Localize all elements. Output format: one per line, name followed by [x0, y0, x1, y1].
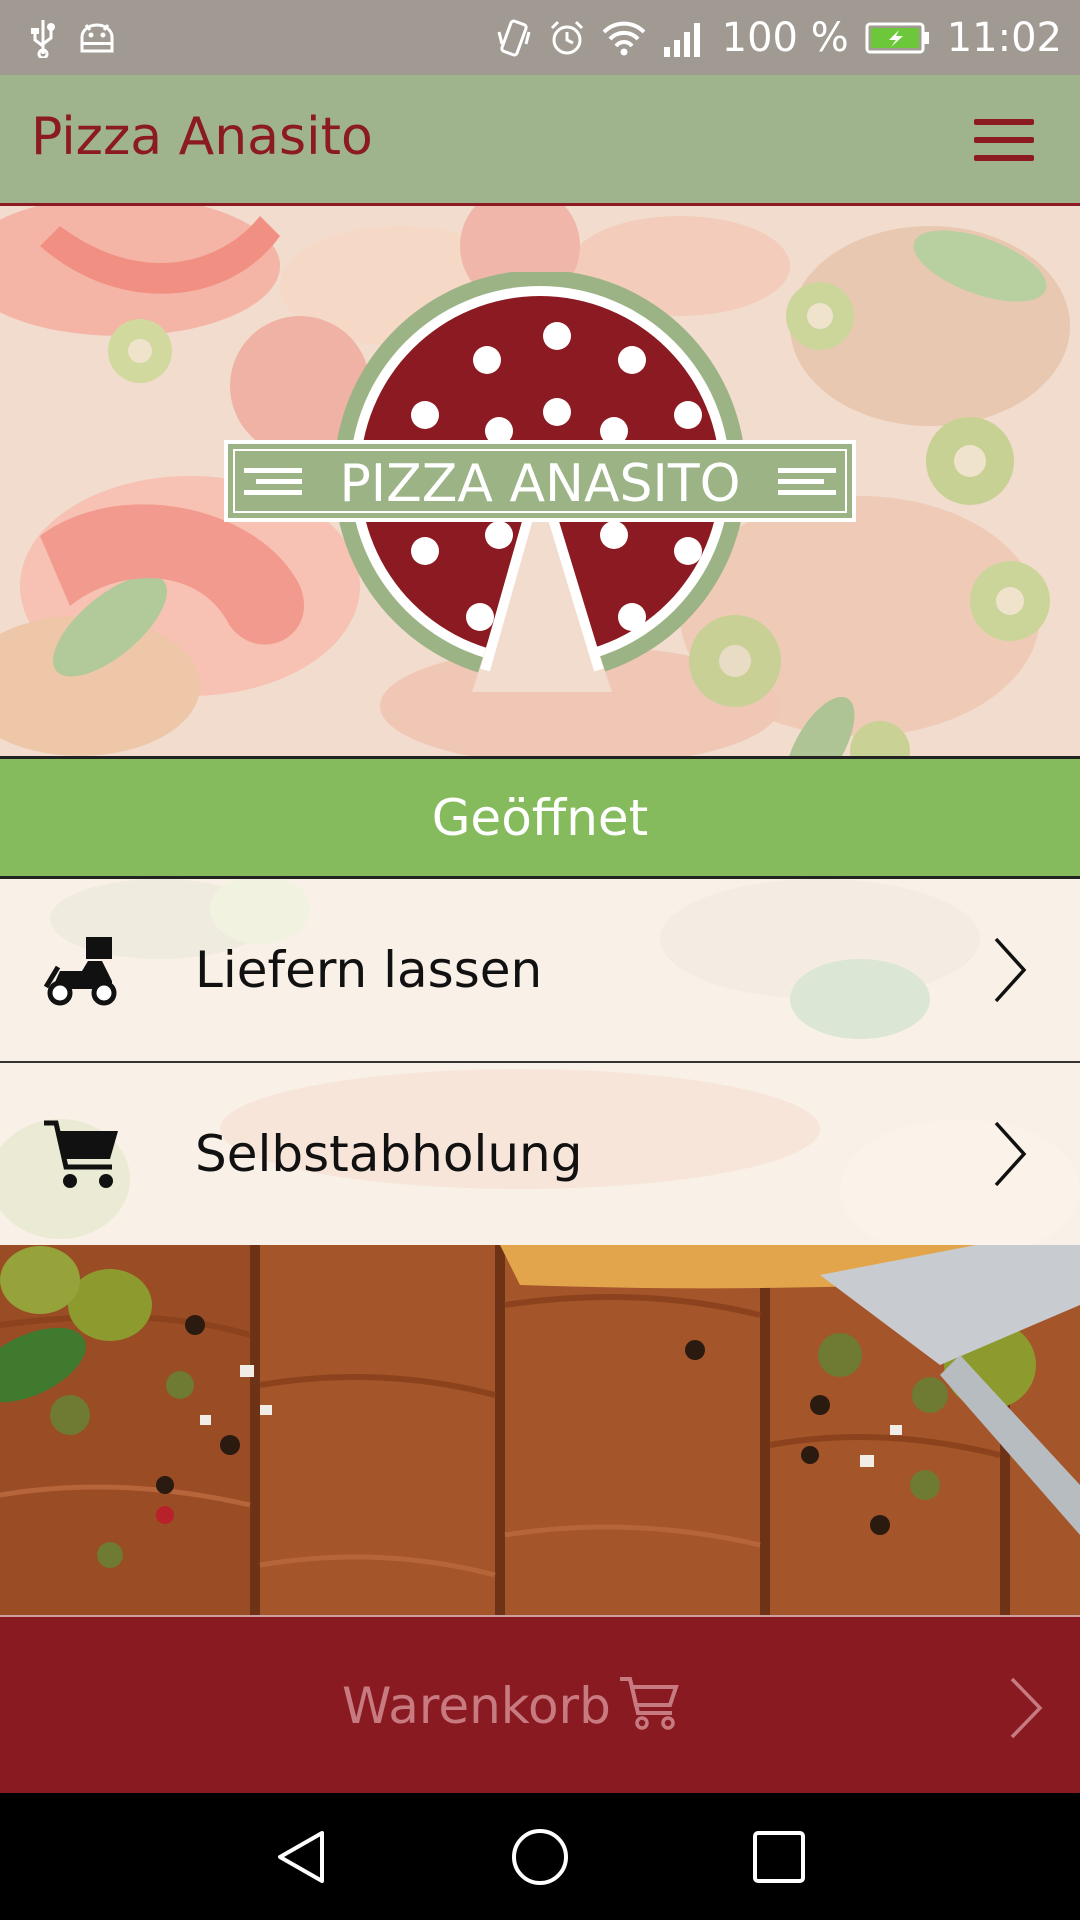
chevron-right-icon	[1008, 1675, 1044, 1741]
logo-text: PIZZA ANASITO	[339, 454, 740, 514]
open-status-banner: Geöffnet	[0, 756, 1080, 879]
battery-percent: 100 %	[721, 14, 849, 61]
status-bar: 100 % 11:02	[0, 0, 1080, 75]
android-debug-icon	[78, 21, 116, 55]
back-icon[interactable]	[272, 1827, 332, 1887]
usb-icon	[30, 18, 56, 58]
chevron-right-icon	[992, 935, 1028, 1005]
system-navigation-bar	[0, 1793, 1080, 1920]
recents-icon[interactable]	[749, 1827, 809, 1887]
cart-icon	[618, 1673, 680, 1733]
delivery-scooter-icon	[42, 931, 122, 1011]
table-background-image	[0, 1245, 1080, 1615]
app-title: Pizza Anasito	[31, 107, 373, 167]
menu-icon[interactable]	[974, 119, 1034, 161]
battery-charging-icon	[865, 21, 931, 55]
shopping-cart-icon	[42, 1115, 122, 1195]
delivery-option[interactable]: Liefern lassen	[0, 879, 1080, 1061]
pickup-option-label: Selbstabholung	[195, 1125, 583, 1183]
home-icon[interactable]	[510, 1827, 570, 1887]
pizza-anasito-logo: PIZZA ANASITO	[224, 272, 856, 692]
chevron-right-icon	[992, 1119, 1028, 1189]
clock: 11:02	[946, 14, 1062, 61]
cart-label: Warenkorb	[342, 1677, 611, 1735]
alarm-icon	[548, 19, 586, 57]
vibrate-icon	[496, 18, 532, 58]
delivery-option-label: Liefern lassen	[195, 941, 543, 999]
signal-icon	[662, 19, 706, 57]
hero-banner: PIZZA ANASITO	[0, 206, 1080, 756]
cart-bar[interactable]: Warenkorb	[0, 1615, 1080, 1793]
order-options: Liefern lassen Selbstabholung	[0, 879, 1080, 1245]
pickup-option[interactable]: Selbstabholung	[0, 1063, 1080, 1245]
app-bar: Pizza Anasito	[0, 75, 1080, 206]
wifi-icon	[602, 20, 646, 56]
